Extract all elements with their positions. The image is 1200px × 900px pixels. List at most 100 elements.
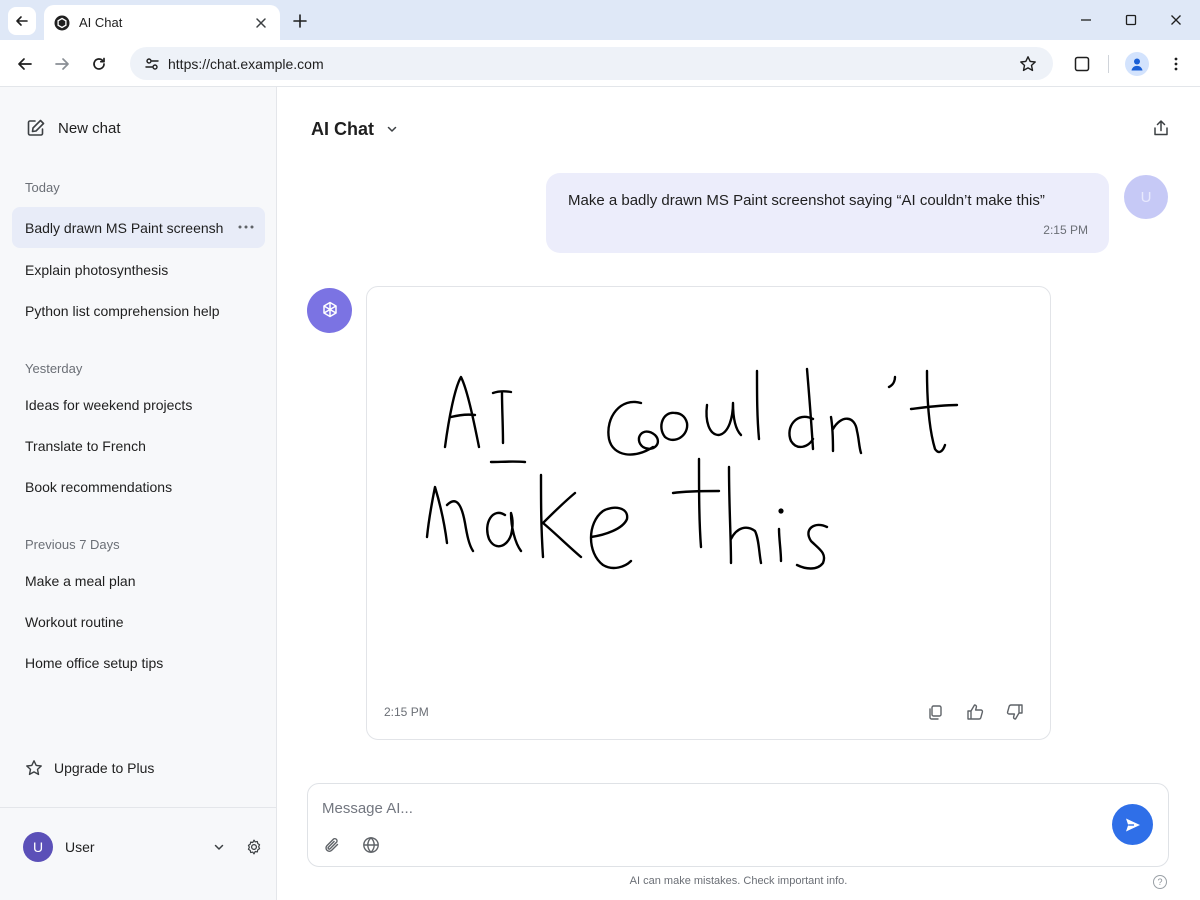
thumbs-up-icon (967, 704, 984, 720)
edit-icon (27, 119, 45, 136)
sidebar-item-translate-to-french[interactable]: Translate to French (12, 425, 265, 466)
section-label-yesterday: Yesterday (25, 361, 83, 376)
conversation-label: Badly drawn MS Paint screenshot (25, 219, 223, 236)
web-search-button[interactable] (361, 835, 381, 855)
new-chat-button[interactable]: New chat (26, 115, 121, 141)
browser-tab-strip: AI Chat (0, 0, 1200, 40)
new-chat-label: New chat (58, 119, 121, 137)
site-settings-icon[interactable] (142, 54, 162, 74)
sidebar-item-book-recommendations[interactable]: Book recommendations (12, 466, 265, 507)
sidebar-item-ideas-weekend-projects[interactable]: Ideas for weekend projects (12, 384, 265, 425)
star-icon (26, 760, 42, 776)
send-button[interactable] (1112, 804, 1153, 845)
browser-menu-button[interactable] (1163, 51, 1189, 77)
close-window-button[interactable] (1164, 9, 1188, 31)
globe-icon (363, 836, 379, 854)
reload-button[interactable] (86, 51, 112, 77)
tab-title: AI Chat (79, 15, 123, 30)
conversation-label: Translate to French (25, 437, 146, 454)
ai-message-time: 2:15 PM (384, 705, 429, 719)
tab-close-button[interactable] (252, 14, 270, 32)
help-button[interactable]: ? (1153, 875, 1167, 889)
sidebar-item-home-office-setup[interactable]: Home office setup tips (12, 642, 265, 683)
new-tab-button[interactable] (288, 9, 312, 33)
sidebar-item-python-list-comprehension[interactable]: Python list comprehension help (12, 290, 265, 331)
settings-gear-button[interactable] (245, 838, 263, 856)
user-name: User (65, 839, 95, 855)
more-vertical-icon (1174, 57, 1178, 71)
sidebar: New chat Today Badly drawn MS Paint scre… (0, 87, 277, 900)
conversation-label: Ideas for weekend projects (25, 396, 193, 413)
user-account-row[interactable]: U User (23, 832, 263, 862)
sidebar-item-make-meal-plan[interactable]: Make a meal plan (12, 560, 265, 601)
conversation-options-button[interactable] (237, 220, 255, 234)
toolbar-divider (1108, 55, 1109, 73)
thumbs-down-icon (1006, 704, 1023, 720)
tab-search-back-button[interactable] (8, 7, 36, 35)
chevron-down-icon[interactable] (211, 839, 227, 855)
attach-file-button[interactable] (322, 835, 342, 855)
reload-icon (93, 57, 105, 70)
sidebar-divider (0, 807, 276, 808)
arrow-right-icon (55, 58, 69, 70)
paperclip-icon (325, 838, 339, 852)
ai-avatar (307, 288, 352, 333)
copy-button[interactable] (925, 702, 945, 722)
share-icon (1154, 120, 1168, 136)
copy-icon (929, 705, 942, 720)
chat-main: AI Chat Make a badly drawn MS Paint scre… (277, 87, 1200, 900)
conversation-label: Book recommendations (25, 478, 173, 495)
minimize-icon (1081, 19, 1091, 21)
maximize-icon (1125, 14, 1137, 26)
upgrade-to-plus-button[interactable]: Upgrade to Plus (25, 757, 154, 779)
chevron-down-icon (385, 122, 399, 136)
generated-paint-image[interactable] (417, 347, 997, 617)
minimize-window-button[interactable] (1074, 9, 1098, 31)
plus-icon (293, 14, 307, 28)
user-message-bubble: Make a badly drawn MS Paint screenshot s… (546, 173, 1109, 253)
maximize-window-button[interactable] (1119, 9, 1143, 31)
section-label-today: Today (25, 180, 60, 195)
avatar: U (23, 832, 53, 862)
conversation-label: Explain photosynthesis (25, 261, 169, 278)
address-bar[interactable]: https://chat.example.com (130, 47, 1053, 80)
more-horizontal-icon (238, 225, 254, 229)
address-url[interactable]: https://chat.example.com (168, 56, 1017, 72)
browser-toolbar: https://chat.example.com (0, 40, 1200, 87)
browser-tab[interactable]: AI Chat (44, 5, 280, 40)
arrow-left-icon (16, 16, 28, 26)
upgrade-label: Upgrade to Plus (54, 760, 155, 776)
thumbs-down-button[interactable] (1005, 702, 1025, 722)
conversation-label: Home office setup tips (25, 654, 164, 671)
gear-icon (247, 839, 261, 855)
sidebar-item-workout-routine[interactable]: Workout routine (12, 601, 265, 642)
avatar: U (1124, 175, 1168, 219)
bookmark-star-icon[interactable] (1017, 53, 1039, 75)
model-selector[interactable]: AI Chat (311, 117, 399, 141)
person-icon (1131, 58, 1143, 71)
conversation-label: Workout routine (25, 613, 124, 630)
share-button[interactable] (1150, 117, 1172, 139)
user-message-time: 2:15 PM (1043, 223, 1088, 237)
profile-button[interactable] (1125, 52, 1149, 76)
panel-icon (1074, 56, 1090, 72)
sidebar-item-badly-drawn-ms-paint[interactable]: Badly drawn MS Paint screenshot (12, 207, 265, 248)
user-message-text: Make a badly drawn MS Paint screenshot s… (568, 192, 1045, 209)
message-composer (307, 783, 1169, 867)
ai-message-card: 2:15 PM (366, 286, 1051, 740)
close-icon (1171, 15, 1181, 25)
thumbs-up-button[interactable] (965, 702, 985, 722)
arrow-left-icon (18, 58, 32, 70)
message-input[interactable] (322, 796, 1082, 820)
model-title: AI Chat (311, 118, 374, 139)
send-icon (1125, 818, 1140, 831)
ai-logo-icon (322, 301, 337, 317)
side-panel-button[interactable] (1069, 51, 1095, 77)
section-label-previous-7-days: Previous 7 Days (25, 537, 120, 552)
sidebar-item-explain-photosynthesis[interactable]: Explain photosynthesis (12, 249, 265, 290)
forward-button[interactable] (49, 51, 75, 77)
close-icon (256, 17, 266, 28)
ai-logo-icon (54, 15, 70, 31)
conversation-label: Python list comprehension help (25, 302, 220, 319)
back-button[interactable] (12, 51, 38, 77)
